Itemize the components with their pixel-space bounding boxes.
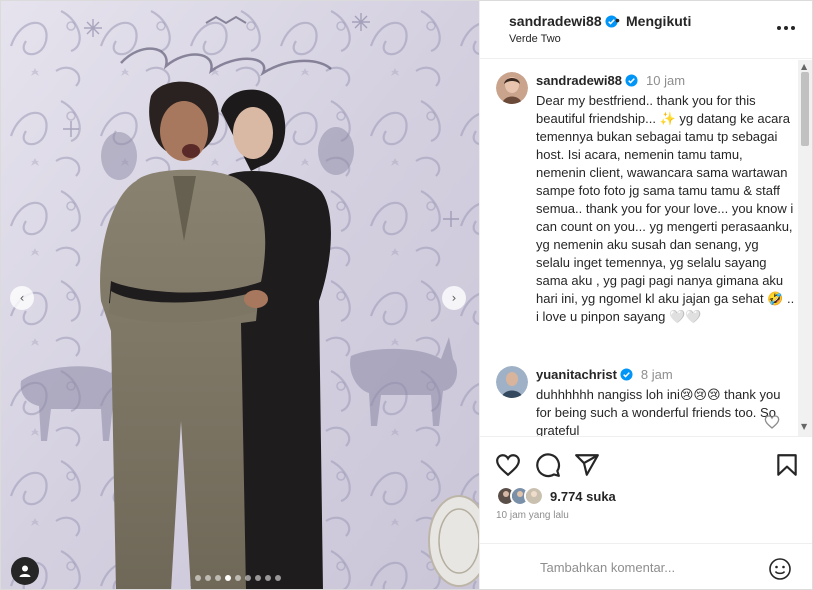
post-media[interactable]: ‹ ›	[1, 1, 479, 589]
following-button[interactable]: Mengikuti	[626, 13, 691, 29]
caption-body: sandradewi88 10 jam Dear my bestfriend.. …	[536, 72, 796, 326]
add-comment-bar	[480, 543, 812, 589]
more-horizontal-icon[interactable]	[774, 18, 798, 38]
avatar-image	[496, 366, 528, 398]
author-username-link[interactable]: sandradewi88	[509, 13, 618, 29]
slide-dot	[245, 575, 251, 581]
scroll-up-arrow-icon[interactable]: ▲	[801, 62, 807, 71]
comment-text: duhhhhhh nangiss loh ini😢😢😢 thank you fo…	[536, 387, 785, 436]
scroll-down-arrow-icon[interactable]: ▼	[801, 422, 807, 431]
slide-dot	[215, 575, 221, 581]
post-dialog: ‹ › sandradewi88 • Mengikuti Verde Two s…	[0, 0, 813, 590]
comment-body: yuanitachrist 8 jam duhhhhhh nangiss loh …	[536, 366, 796, 436]
likes-count[interactable]: 9.774 suka	[550, 489, 616, 504]
slide-dot	[235, 575, 241, 581]
caption-username[interactable]: sandradewi88	[536, 73, 622, 88]
slide-dot	[275, 575, 281, 581]
heart-outline-icon[interactable]	[495, 452, 521, 478]
slide-dot	[265, 575, 271, 581]
user-tag-icon	[19, 565, 31, 577]
author-avatar[interactable]	[496, 72, 528, 104]
comment-username[interactable]: yuanitachrist	[536, 367, 617, 382]
smiley-icon[interactable]	[768, 557, 792, 581]
audio-label[interactable]: Verde Two	[509, 33, 561, 45]
slide-dot	[195, 575, 201, 581]
commenter-avatar[interactable]	[496, 366, 528, 398]
verified-badge-icon	[620, 368, 633, 381]
post-photo	[1, 1, 479, 589]
comment-time[interactable]: 8 jam	[641, 367, 673, 382]
slide-dot	[255, 575, 261, 581]
author-username: sandradewi88	[509, 13, 602, 29]
post-timestamp[interactable]: 10 jam yang lalu	[496, 510, 569, 521]
separator-dot: •	[615, 12, 620, 28]
bookmark-icon[interactable]	[774, 452, 800, 478]
slide-indicator	[195, 575, 281, 581]
slide-dot	[205, 575, 211, 581]
caption-text: Dear my bestfriend.. thank you for this …	[536, 93, 798, 324]
next-slide-button[interactable]: ›	[442, 286, 466, 310]
liker-avatar	[524, 486, 544, 506]
comments-scrollbar[interactable]: ▲ ▼	[798, 60, 812, 436]
chevron-right-icon: ›	[451, 291, 457, 305]
comment-like-heart-icon[interactable]	[764, 414, 780, 430]
comment-input[interactable]	[540, 560, 760, 575]
user-tag-button[interactable]	[11, 557, 39, 585]
likes-summary: 9.774 suka	[496, 485, 616, 507]
verified-badge-icon	[625, 74, 638, 87]
chevron-left-icon: ‹	[19, 291, 25, 305]
paper-plane-icon[interactable]	[574, 452, 600, 478]
post-header: sandradewi88 • Mengikuti Verde Two	[480, 1, 812, 59]
post-actions: 9.774 suka 10 jam yang lalu	[480, 436, 812, 589]
scrollbar-thumb[interactable]	[801, 72, 809, 146]
slide-dot	[225, 575, 231, 581]
caption-time[interactable]: 10 jam	[646, 73, 685, 88]
comments-list[interactable]: sandradewi88 10 jam Dear my bestfriend.. …	[480, 60, 812, 436]
previous-slide-button[interactable]: ‹	[10, 286, 34, 310]
speech-bubble-icon[interactable]	[535, 452, 561, 478]
post-side-panel: sandradewi88 • Mengikuti Verde Two sandr…	[479, 1, 812, 589]
avatar-image	[496, 72, 528, 104]
